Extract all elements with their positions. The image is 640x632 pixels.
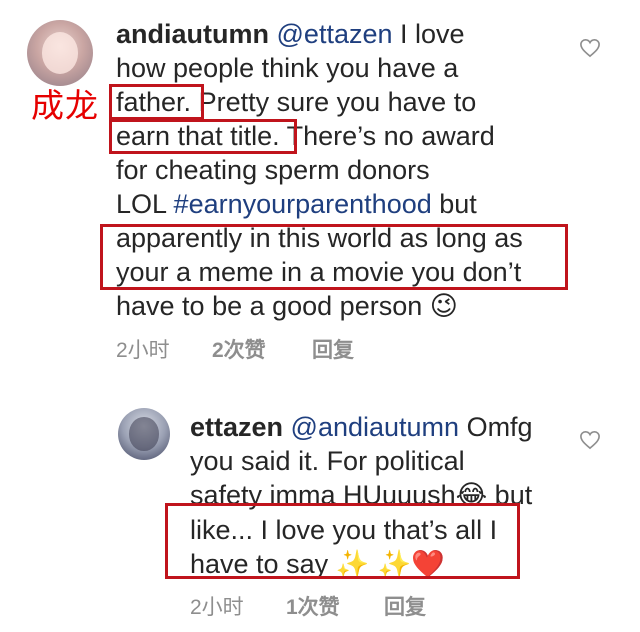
- comment-line: how people think you have a: [116, 53, 459, 83]
- hashtag-link[interactable]: #earnyourparenthood: [174, 189, 432, 219]
- likes-count-button[interactable]: 1次赞: [286, 591, 384, 621]
- comment-mention[interactable]: @ettazen: [277, 19, 393, 49]
- highlight-box-father: [109, 84, 204, 120]
- highlight-box-apparently: [100, 224, 568, 290]
- comment-text: Omfg: [459, 412, 533, 442]
- comment-text: LOL: [116, 189, 174, 219]
- comment-time: 2小时: [190, 596, 244, 619]
- overlay-caption: 成龙: [31, 86, 99, 125]
- comment-text: There’s no award: [279, 121, 495, 151]
- comment-line: ettazen @andiautumn Omfg: [190, 410, 565, 444]
- comment-meta: 2小时 2次赞 回复: [116, 334, 354, 364]
- comment-line: have to be a good person 😉: [116, 289, 596, 324]
- avatar-andiautumn[interactable]: [27, 20, 93, 86]
- reply-button[interactable]: 回复: [312, 334, 354, 364]
- highlight-box-earn-that-title: [109, 119, 297, 154]
- comment-line: LOL #earnyourparenthood but: [116, 187, 596, 221]
- comment-username[interactable]: ettazen: [190, 412, 283, 442]
- avatar-face: [41, 31, 79, 75]
- likes-count-button[interactable]: 2次赞: [212, 334, 312, 364]
- like-heart-icon[interactable]: [579, 430, 601, 450]
- comment-line: for cheating sperm donors: [116, 155, 430, 185]
- comment-line: you said it. For political: [190, 446, 465, 476]
- comment-text: have to be a good person: [116, 291, 430, 321]
- highlight-box-like-i-love-you: [165, 503, 520, 579]
- comment-line: andiautumn @ettazen I love: [116, 17, 596, 51]
- reply-button[interactable]: 回复: [384, 591, 426, 621]
- avatar-ettazen[interactable]: [118, 408, 170, 460]
- wink-emoji-icon: 😉: [429, 291, 458, 322]
- avatar-face: [129, 417, 159, 451]
- comment-time: 2小时: [116, 339, 170, 362]
- comment-username[interactable]: andiautumn: [116, 19, 269, 49]
- comment-text: Pretty sure you have to: [191, 87, 477, 117]
- comment-text: I love: [392, 19, 465, 49]
- comment-meta: 2小时 1次赞 回复: [190, 591, 426, 621]
- comment-text: but: [431, 189, 477, 219]
- like-heart-icon[interactable]: [579, 38, 601, 58]
- comment-mention[interactable]: @andiautumn: [291, 412, 460, 442]
